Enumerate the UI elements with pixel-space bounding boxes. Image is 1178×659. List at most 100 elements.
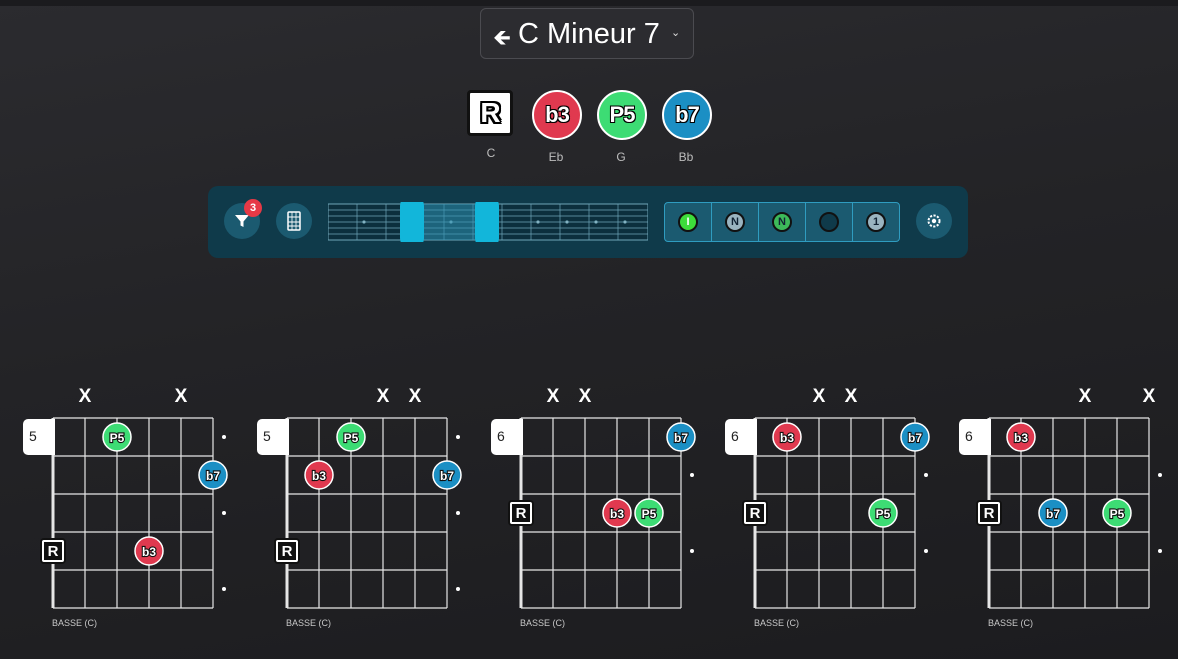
chord-selector[interactable]: 🡸 C Mineur 7 ⌄ [480, 8, 694, 59]
mode-empty[interactable] [806, 203, 853, 241]
note-dot-r[interactable]: R [742, 500, 768, 526]
note-dot-label: b3 [780, 431, 794, 445]
chord-diagram[interactable]: X X b3 b7 R P5 6 BASSE (C) [725, 380, 945, 630]
bass-label: BASSE (C) [520, 618, 566, 628]
note-dot-label: P5 [344, 431, 359, 445]
note-dot-b3[interactable]: b3 [1006, 422, 1036, 452]
note-dot-label: P5 [110, 431, 125, 445]
degree-root[interactable]: R C [467, 90, 515, 160]
chord-name: C Mineur 7 [518, 18, 660, 50]
chord-diagram[interactable]: X X b7 Rb3 P5 6 BASSE (C) [491, 380, 711, 630]
mode-notes[interactable]: N [712, 203, 759, 241]
settings-button[interactable] [916, 203, 952, 239]
note-dot-b3[interactable]: b3 [304, 460, 334, 490]
note-dot-p5[interactable]: P5 [1102, 498, 1132, 528]
chord-diagram[interactable]: X X P5 b3 b7 R 5 BASSE (C) [257, 380, 477, 630]
chord-diagram[interactable]: X X b3 Rb7 P5 6 BASSE (C) [959, 380, 1178, 630]
fretboard-grid: b3 b7 R P5 [742, 417, 930, 609]
bass-label: BASSE (C) [988, 618, 1034, 628]
mode-icon: N [725, 212, 745, 232]
display-mode-toggle: I N N 1 [664, 202, 900, 242]
note-dot-label: R [282, 543, 293, 560]
note-dot-b7[interactable]: b7 [1038, 498, 1068, 528]
position-marker [222, 511, 226, 515]
note-dot-label: P5 [1110, 507, 1125, 521]
note-dot-label: b7 [908, 431, 922, 445]
note-dot-label: b3 [312, 469, 326, 483]
start-fret-label: 5 [23, 419, 55, 455]
note-dot-b3[interactable]: b3 [772, 422, 802, 452]
fretboard-grid: b3 R b7 P5 [976, 417, 1162, 609]
position-marker [222, 435, 226, 439]
position-marker [456, 435, 460, 439]
note-dot-b7[interactable]: b7 [198, 460, 228, 490]
note-dot-b7[interactable]: b7 [432, 460, 462, 490]
bass-label: BASSE (C) [286, 618, 332, 628]
note-dot-label: b3 [142, 545, 156, 559]
mode-icon: 1 [866, 212, 886, 232]
mode-intervals[interactable]: I [665, 203, 712, 241]
filter-count-badge: 3 [244, 199, 262, 217]
note-dot-label: P5 [642, 507, 657, 521]
position-marker [924, 473, 928, 477]
mode-icon: I [678, 212, 698, 232]
degree-note: G [616, 150, 626, 164]
note-dot-label: b7 [206, 469, 220, 483]
chevron-down-icon[interactable]: ⌄ [671, 26, 680, 39]
start-fret-label: 5 [257, 419, 289, 455]
position-marker [456, 511, 460, 515]
mode-fingers[interactable]: 1 [853, 203, 899, 241]
position-marker [456, 587, 460, 591]
degree-b3[interactable]: b3 Eb [532, 90, 582, 164]
note-dot-label: R [750, 505, 761, 522]
mode-icon: N [772, 212, 792, 232]
note-dot-label: P5 [876, 507, 891, 521]
position-marker [222, 587, 226, 591]
note-dot-r[interactable]: R [40, 538, 66, 564]
note-dot-b7[interactable]: b7 [666, 422, 696, 452]
gear-icon [927, 214, 941, 228]
minimap-right-handle[interactable] [475, 202, 499, 242]
note-dot-r[interactable]: R [508, 500, 534, 526]
start-fret-label: 6 [959, 419, 991, 455]
degree-badge: b7 [662, 90, 712, 140]
position-marker [1158, 549, 1162, 553]
minimap-left-handle[interactable] [400, 202, 424, 242]
filter-button[interactable]: 3 [224, 199, 262, 239]
note-dot-p5[interactable]: P5 [102, 422, 132, 452]
note-dot-b3[interactable]: b3 [602, 498, 632, 528]
note-dot-r[interactable]: R [274, 538, 300, 564]
degree-p5[interactable]: P5 G [597, 90, 647, 164]
degree-note: Eb [548, 150, 564, 164]
position-marker [924, 549, 928, 553]
degree-badge: P5 [597, 90, 647, 140]
note-dot-b3[interactable]: b3 [134, 536, 164, 566]
start-fret-label: 6 [491, 419, 523, 455]
fretboard-view-button[interactable] [276, 203, 312, 239]
mode-notes-colored[interactable]: N [759, 203, 806, 241]
chord-diagram[interactable]: X X P5 b7 Rb3 5 BASSE (C) [23, 380, 243, 630]
note-dot-label: b7 [440, 469, 454, 483]
fretboard-grid: P5 b3 b7 R [274, 417, 462, 609]
note-dot-label: R [516, 505, 527, 522]
arrow-left-icon[interactable]: 🡸 [493, 21, 511, 59]
fretboard-icon [287, 211, 301, 231]
bass-label: BASSE (C) [754, 618, 800, 628]
degree-badge: b3 [532, 90, 582, 140]
degree-note: C [486, 146, 496, 160]
note-dot-p5[interactable]: P5 [336, 422, 366, 452]
note-dot-p5[interactable]: P5 [634, 498, 664, 528]
start-fret-label: 6 [725, 419, 757, 455]
note-dot-label: R [984, 505, 995, 522]
note-dot-p5[interactable]: P5 [868, 498, 898, 528]
note-dot-r[interactable]: R [976, 500, 1002, 526]
note-dot-b7[interactable]: b7 [900, 422, 930, 452]
note-dot-label: R [48, 543, 59, 560]
degree-badge: R [467, 90, 513, 136]
fretboard-minimap[interactable] [328, 202, 648, 242]
fretboard-grid: b7 R b3 P5 [508, 417, 696, 609]
degree-b7[interactable]: b7 Bb [662, 90, 712, 164]
fretboard-grid: P5 b7 R b3 [40, 417, 228, 609]
toolbar: 3 I N N 1 [208, 186, 968, 258]
note-dot-label: b3 [610, 507, 624, 521]
